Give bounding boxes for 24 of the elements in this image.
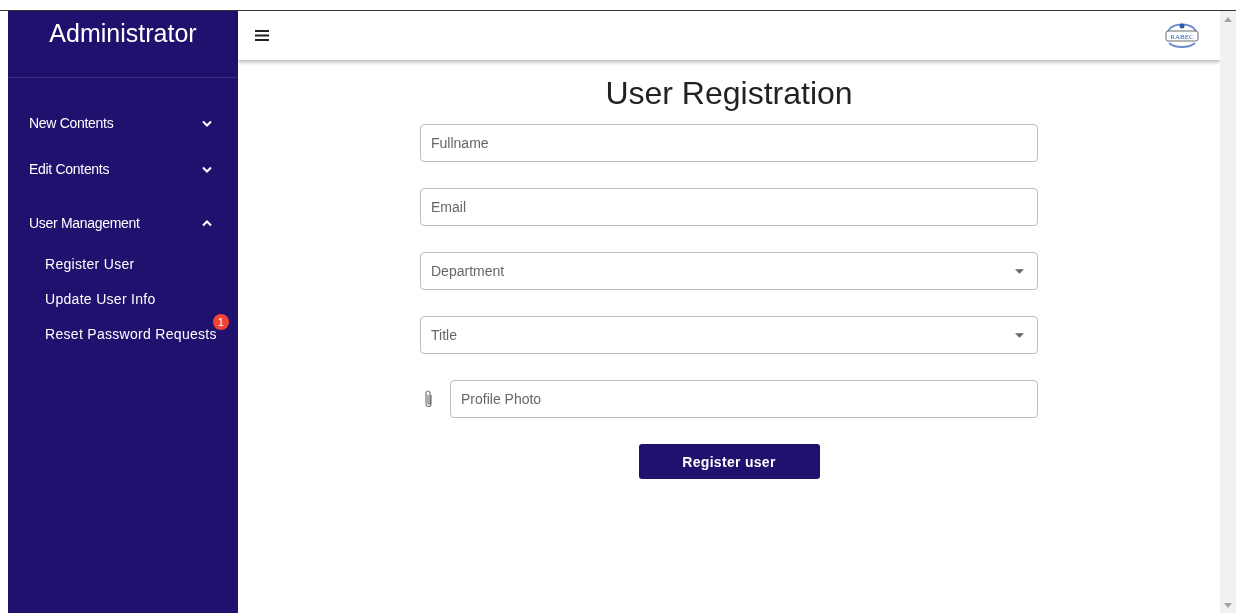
notification-badge: 1 — [212, 314, 229, 330]
page-title: User Registration — [605, 75, 853, 112]
menu-icon[interactable] — [255, 30, 269, 41]
sidebar-item[interactable]: User Management — [8, 200, 238, 246]
caret-icon — [1015, 269, 1024, 274]
chevron-icon — [202, 219, 212, 227]
chevron-icon — [202, 165, 212, 173]
scroll-up-icon[interactable] — [1224, 17, 1232, 22]
chevron-icon — [202, 119, 212, 127]
caret-icon — [1015, 333, 1024, 338]
sidebar-item[interactable]: New Contents — [8, 100, 238, 146]
paperclip-icon — [424, 389, 434, 409]
select-field[interactable]: Department — [420, 252, 1038, 290]
input-field[interactable]: Fullname — [420, 124, 1038, 162]
sidebar-item[interactable]: Edit Contents — [8, 146, 238, 192]
scroll-down-icon[interactable] — [1224, 603, 1232, 608]
sidebar-subitem[interactable]: Register User — [45, 255, 135, 272]
sidebar-title: Administrator — [48, 18, 198, 49]
select-field[interactable]: Title — [420, 316, 1038, 354]
sidebar-subitem[interactable]: Update User Info — [45, 290, 156, 307]
input-field[interactable]: Email — [420, 188, 1038, 226]
input-field[interactable]: Profile Photo — [450, 380, 1038, 418]
register-button[interactable]: Register user — [638, 444, 820, 479]
scrollbar[interactable] — [1220, 11, 1236, 613]
